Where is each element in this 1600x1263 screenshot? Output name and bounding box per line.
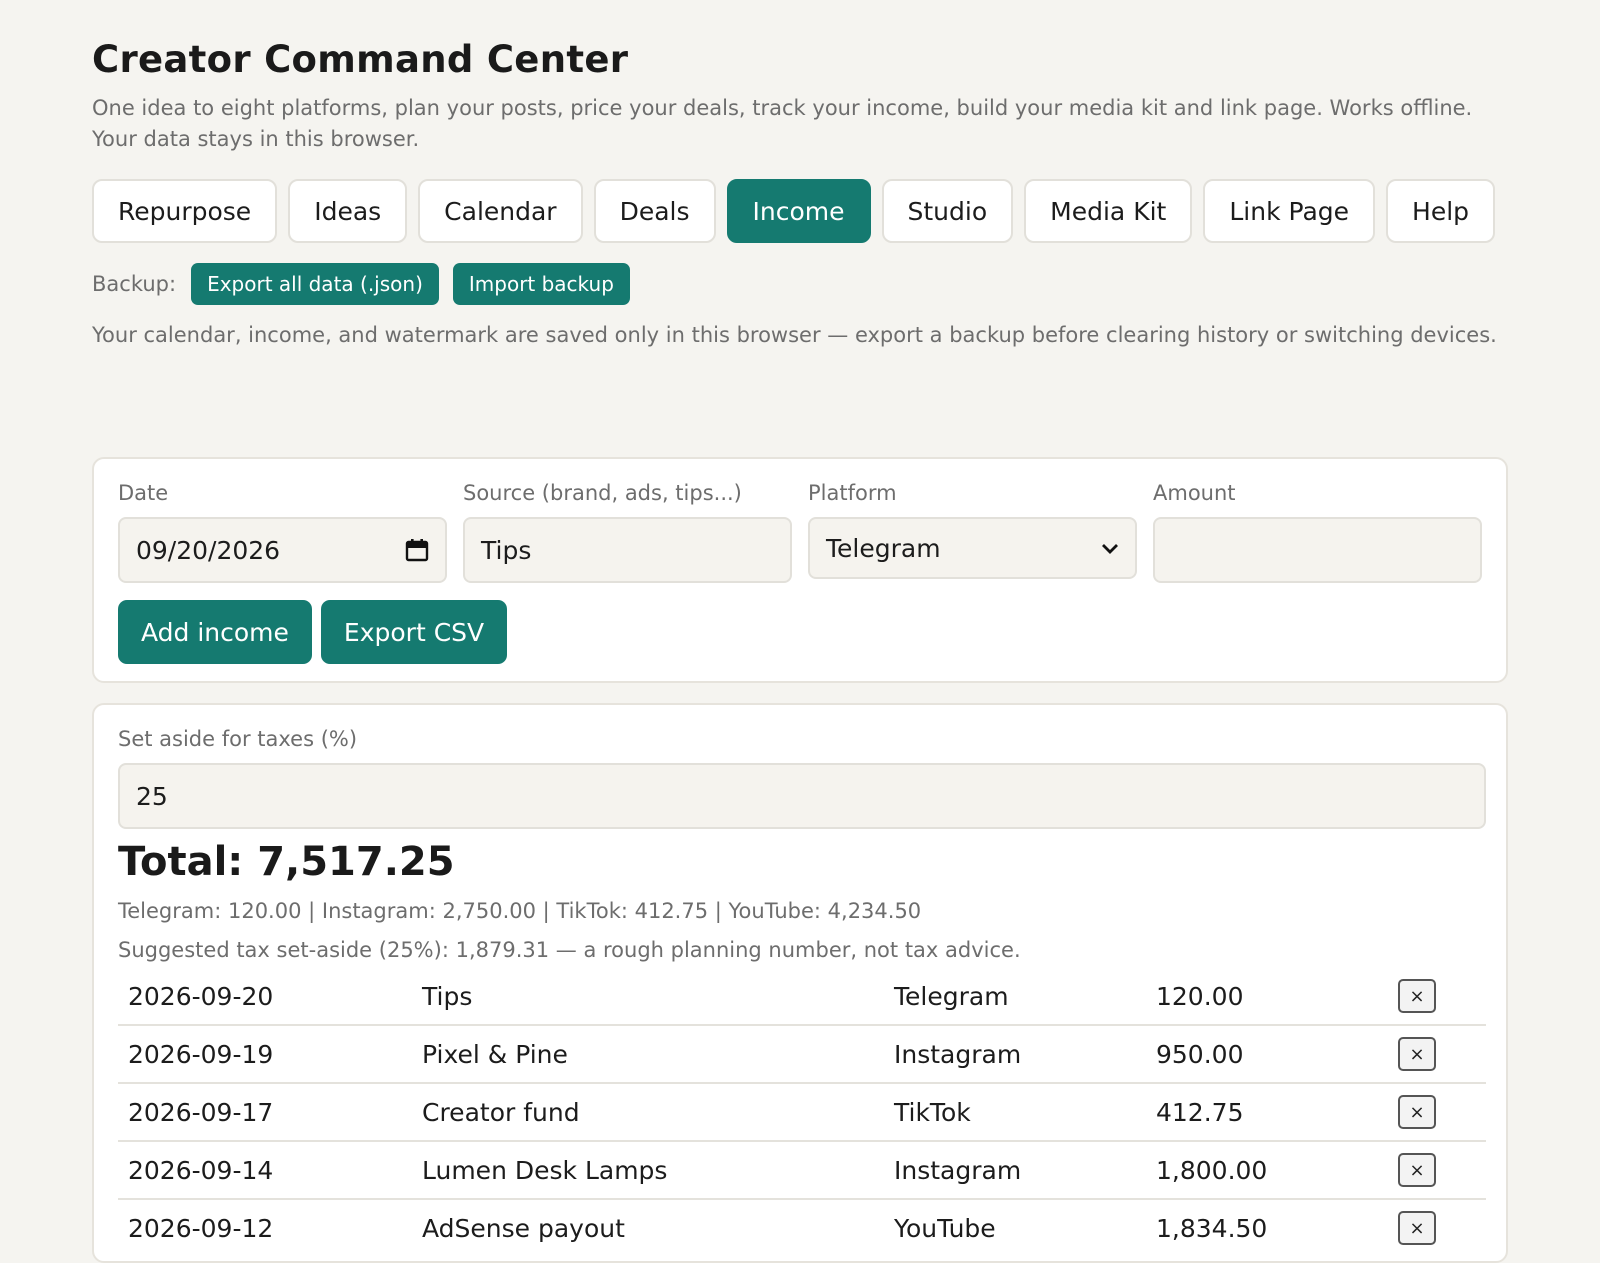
platform-value: Telegram xyxy=(826,533,941,563)
tab-bar: Repurpose Ideas Calendar Deals Income St… xyxy=(92,179,1508,243)
entry-platform: TikTok xyxy=(884,1083,1146,1142)
entry-date: 2026-09-17 xyxy=(118,1083,412,1142)
date-value: 09/20/2026 xyxy=(136,535,281,565)
tab-help[interactable]: Help xyxy=(1386,179,1496,243)
entry-amount: 120.00 xyxy=(1146,968,1388,1026)
chevron-down-icon xyxy=(1101,536,1119,560)
calendar-icon[interactable] xyxy=(405,538,429,562)
page-title: Creator Command Center xyxy=(92,38,629,81)
platform-field: Platform Telegram xyxy=(808,481,1137,583)
income-total: Total: 7,517.25 xyxy=(118,839,455,885)
tab-income[interactable]: Income xyxy=(726,179,871,243)
tab-calendar[interactable]: Calendar xyxy=(418,179,583,243)
tax-label: Set aside for taxes (%) xyxy=(118,727,358,751)
income-table: 2026-09-20 Tips Telegram 120.00 × 2026-0… xyxy=(118,968,1486,1256)
platform-breakdown: Telegram: 120.00 | Instagram: 2,750.00 |… xyxy=(118,899,922,923)
source-value: Tips xyxy=(481,535,532,565)
tax-percent-input[interactable]: 25 xyxy=(118,763,1486,829)
source-field: Source (brand, ads, tips...) Tips xyxy=(463,481,792,583)
entry-date: 2026-09-19 xyxy=(118,1025,412,1084)
table-row: 2026-09-19 Pixel & Pine Instagram 950.00… xyxy=(118,1025,1486,1084)
date-label: Date xyxy=(118,481,169,505)
import-backup-button[interactable]: Import backup xyxy=(452,263,630,305)
entry-source: Tips xyxy=(412,968,884,1026)
delete-entry-button[interactable]: × xyxy=(1398,1095,1436,1129)
amount-field: Amount xyxy=(1153,481,1482,583)
table-row: 2026-09-12 AdSense payout YouTube 1,834.… xyxy=(118,1199,1486,1256)
add-income-button[interactable]: Add income xyxy=(118,600,312,664)
tab-ideas[interactable]: Ideas xyxy=(288,179,408,243)
tab-repurpose[interactable]: Repurpose xyxy=(92,179,278,243)
entry-source: Pixel & Pine xyxy=(412,1025,884,1084)
delete-entry-button[interactable]: × xyxy=(1398,1037,1436,1071)
entry-amount: 950.00 xyxy=(1146,1025,1388,1084)
source-label: Source (brand, ads, tips...) xyxy=(463,481,742,505)
delete-entry-button[interactable]: × xyxy=(1398,979,1436,1013)
entry-platform: Telegram xyxy=(884,968,1146,1026)
form-actions: Add income Export CSV xyxy=(118,600,1482,664)
entry-source: Lumen Desk Lamps xyxy=(412,1141,884,1200)
entry-actions: × xyxy=(1388,1141,1486,1200)
entry-actions: × xyxy=(1388,968,1486,1026)
income-form: Date 09/20/2026 Source (brand, ads, tips… xyxy=(118,481,1482,583)
backup-note: Your calendar, income, and watermark are… xyxy=(92,323,1497,347)
platform-label: Platform xyxy=(808,481,897,505)
entry-platform: Instagram xyxy=(884,1141,1146,1200)
entry-source: Creator fund xyxy=(412,1083,884,1142)
entry-date: 2026-09-14 xyxy=(118,1141,412,1200)
table-row: 2026-09-14 Lumen Desk Lamps Instagram 1,… xyxy=(118,1141,1486,1200)
entry-amount: 1,800.00 xyxy=(1146,1141,1388,1200)
date-input[interactable]: 09/20/2026 xyxy=(118,517,447,583)
tab-link-page[interactable]: Link Page xyxy=(1203,179,1376,243)
backup-label: Backup: xyxy=(92,272,177,296)
amount-input[interactable] xyxy=(1153,517,1482,583)
amount-label: Amount xyxy=(1153,481,1236,505)
entry-actions: × xyxy=(1388,1083,1486,1142)
entry-date: 2026-09-20 xyxy=(118,968,412,1026)
source-input[interactable]: Tips xyxy=(463,517,792,583)
entry-platform: Instagram xyxy=(884,1025,1146,1084)
platform-select[interactable]: Telegram xyxy=(808,517,1137,579)
table-row: 2026-09-17 Creator fund TikTok 412.75 × xyxy=(118,1083,1486,1142)
tax-suggestion: Suggested tax set-aside (25%): 1,879.31 … xyxy=(118,938,1021,962)
entry-actions: × xyxy=(1388,1199,1486,1256)
entry-amount: 1,834.50 xyxy=(1156,1213,1268,1243)
entry-source: AdSense payout xyxy=(422,1213,625,1243)
date-field: Date 09/20/2026 xyxy=(118,481,447,583)
entry-amount: 412.75 xyxy=(1146,1083,1388,1142)
income-entry-card: Date 09/20/2026 Source (brand, ads, tips… xyxy=(92,457,1508,683)
export-all-button[interactable]: Export all data (.json) xyxy=(191,263,439,305)
income-summary-card: Set aside for taxes (%) 25 Total: 7,517.… xyxy=(92,703,1508,1263)
entry-actions: × xyxy=(1388,1025,1486,1084)
table-row: 2026-09-20 Tips Telegram 120.00 × xyxy=(118,968,1486,1026)
tab-deals[interactable]: Deals xyxy=(593,179,716,243)
entry-platform: YouTube xyxy=(894,1213,996,1243)
entry-date: 2026-09-12 xyxy=(128,1213,274,1243)
tab-studio[interactable]: Studio xyxy=(881,179,1014,243)
delete-entry-button[interactable]: × xyxy=(1398,1153,1436,1187)
tax-value: 25 xyxy=(136,781,168,811)
tab-media-kit[interactable]: Media Kit xyxy=(1024,179,1193,243)
export-csv-button[interactable]: Export CSV xyxy=(320,600,508,664)
page-subtitle: One idea to eight platforms, plan your p… xyxy=(92,96,1473,151)
backup-bar: Backup: Export all data (.json) Import b… xyxy=(92,263,1508,305)
